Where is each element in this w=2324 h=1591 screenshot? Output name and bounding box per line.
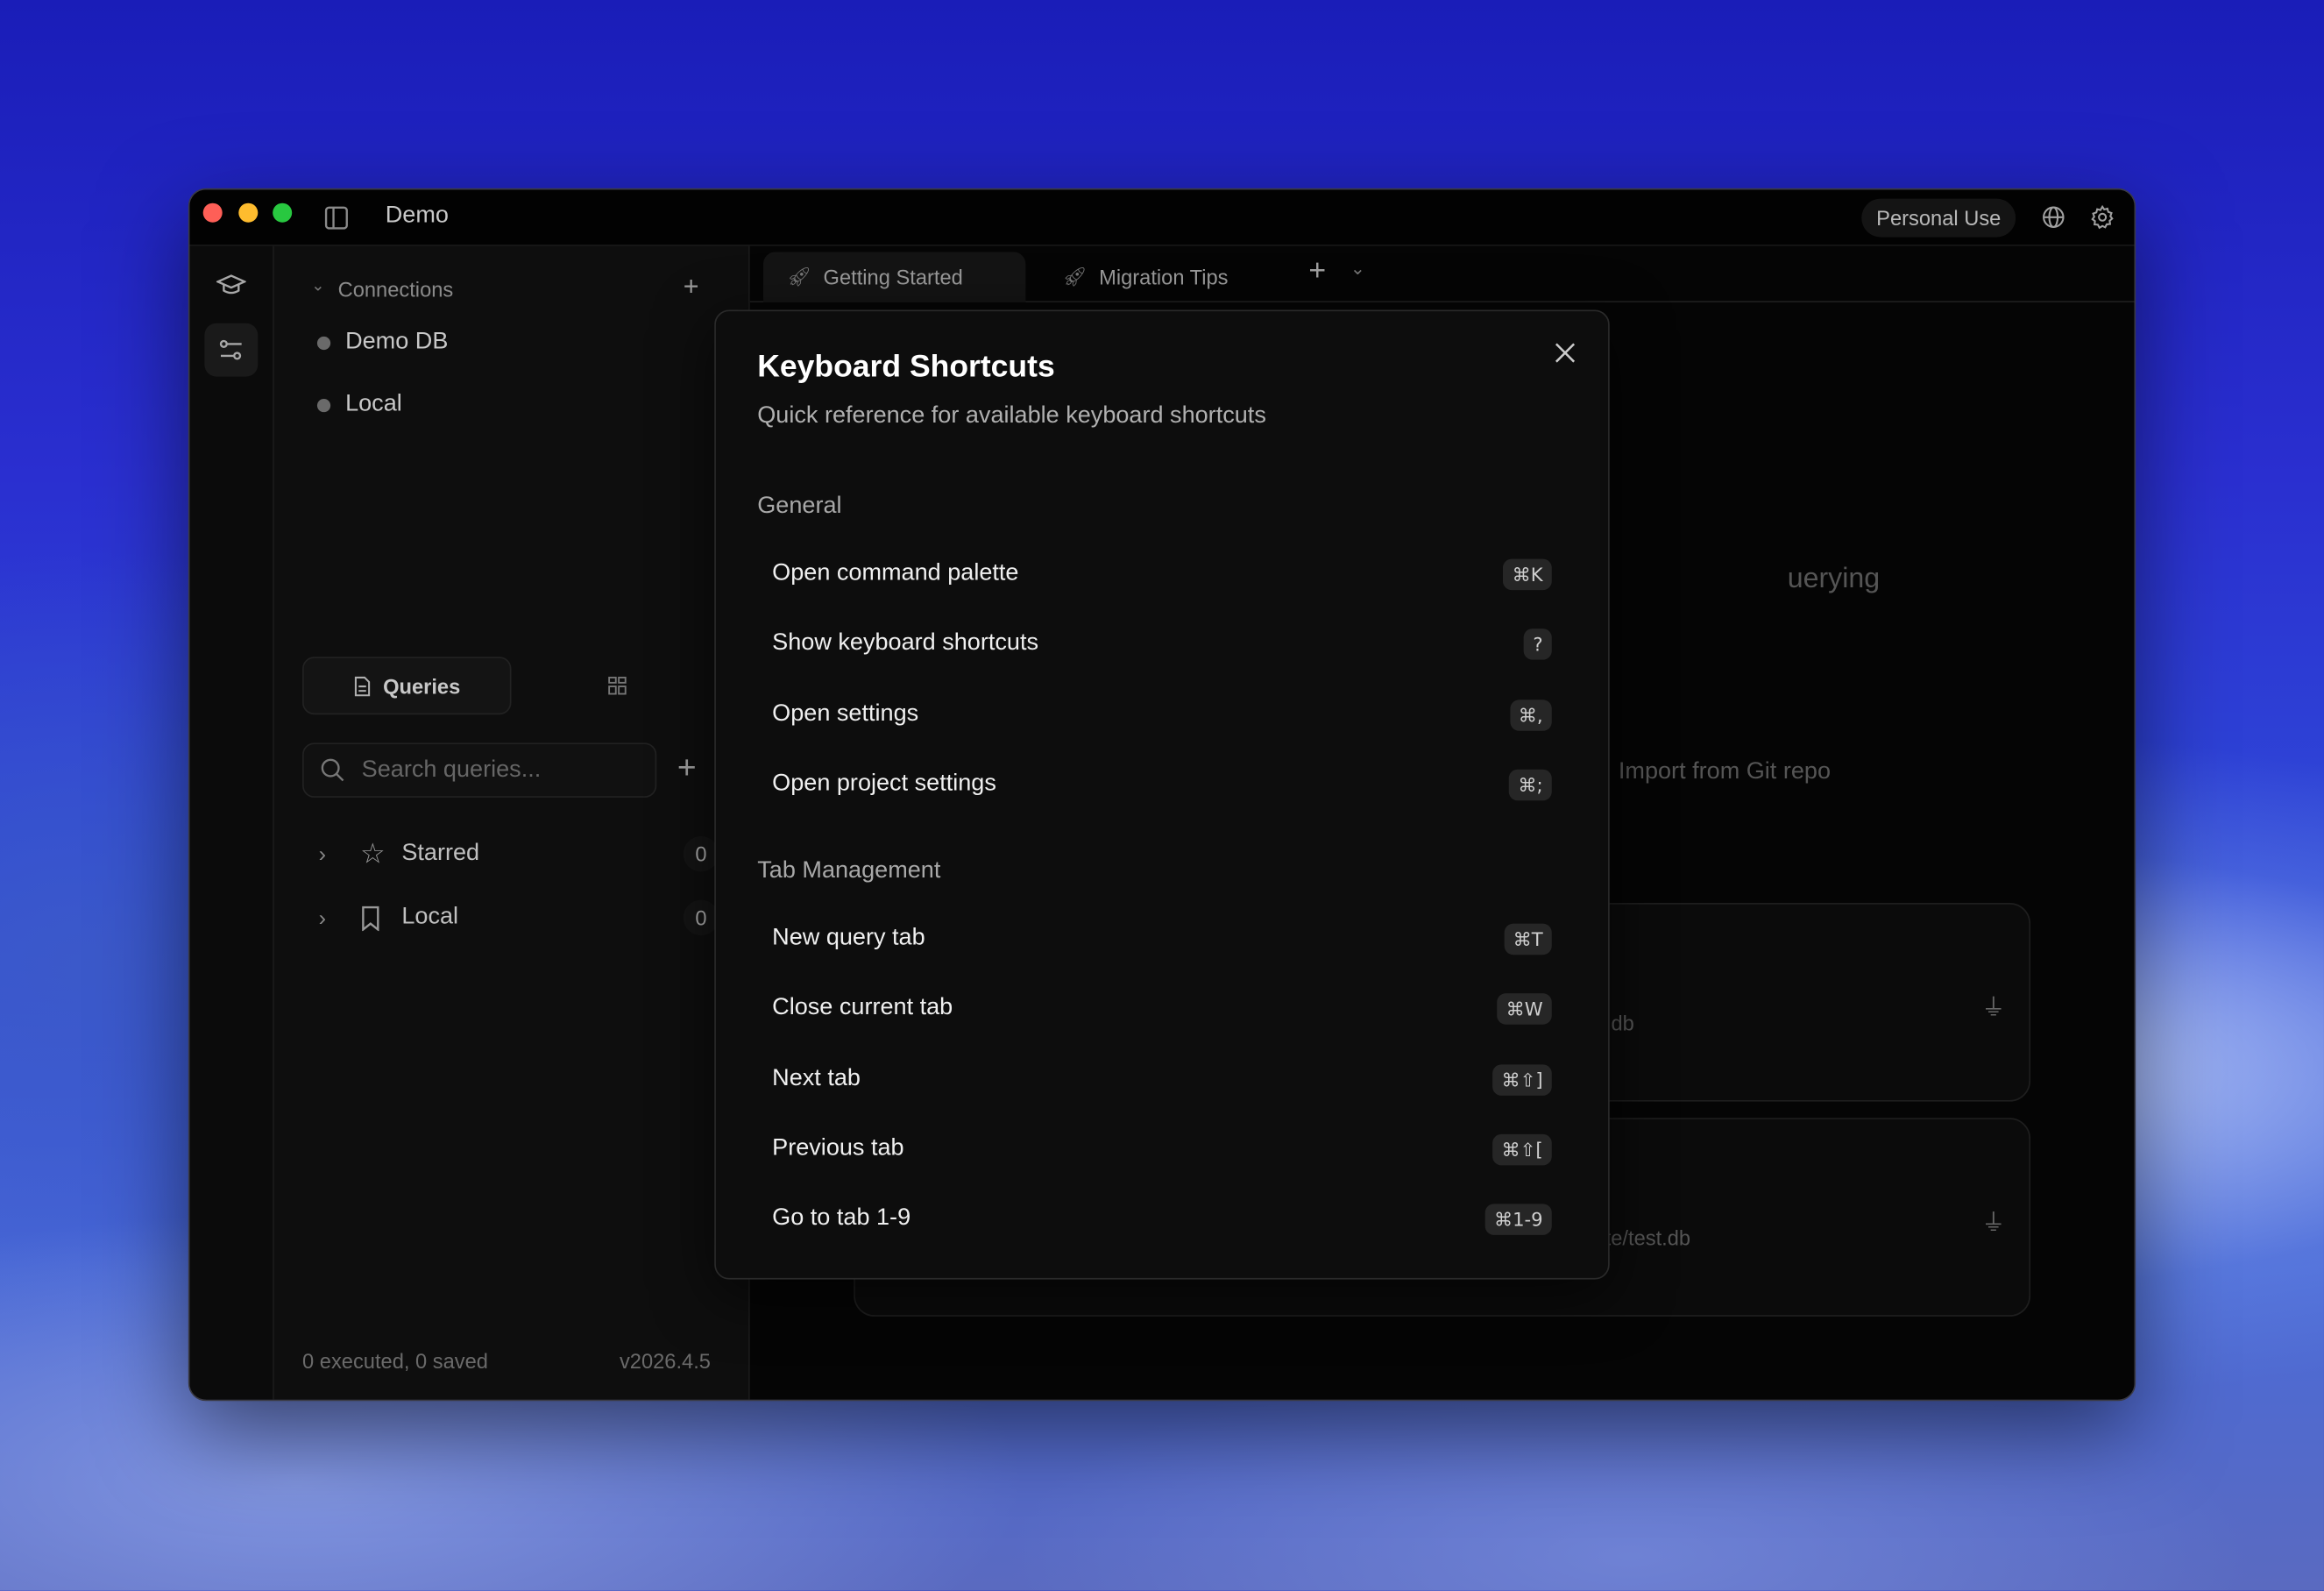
shortcut-keys: ? [1524,628,1552,659]
group-starred[interactable]: › ☆ Starred 0 [318,835,719,872]
shortcut-keys: ⌘1-9 [1484,1203,1552,1235]
zoom-window-button[interactable] [273,202,293,223]
shortcut-row: Go to tab 1-9 ⌘1-9 [772,1197,1552,1241]
shortcut-label: New query tab [772,925,925,951]
shortcut-label: Open settings [772,700,919,727]
gear-icon[interactable] [2090,204,2115,230]
shortcut-label: Previous tab [772,1135,904,1161]
status-dot [316,336,331,350]
tab-label: Migration Tips [1099,265,1229,289]
close-icon[interactable] [1555,343,1576,364]
chevron-down-icon[interactable]: ⌄ [311,276,325,295]
document-icon [355,676,371,696]
shortcut-row: Close current tab ⌘W [772,986,1552,1031]
sidebar: ⌄ Connections + Demo DB Local Queries Se… [273,245,750,1400]
query-stats: 0 executed, 0 saved [302,1349,488,1374]
tab-bar: 🚀︎ Getting Started 🚀︎ Migration Tips + ⌄ [749,245,2135,303]
queries-tab-label: Queries [383,673,461,698]
import-git-link[interactable]: Import from Git repo [1619,759,1831,785]
group-label: Local [401,904,459,930]
shortcut-label: Close current tab [772,994,953,1020]
group-count: 0 [683,899,719,936]
star-icon: ☆ [359,838,386,870]
shortcut-label: Go to tab 1-9 [772,1205,911,1231]
sidebar-toggle-icon[interactable] [323,204,350,231]
status-dot [316,398,331,412]
page-heading-fragment: uerying [1787,563,1881,595]
close-window-button[interactable] [202,202,223,223]
tab-migration-tips[interactable]: 🚀︎ Migration Tips [1039,252,1252,303]
section-title-tab-management: Tab Management [757,858,941,884]
shortcut-keys: ⌘K [1503,558,1552,590]
shortcut-keys: ⌘⇧[ [1492,1133,1552,1165]
shortcut-keys: ⌘, [1509,699,1552,730]
plan-badge[interactable]: Personal Use [1861,198,2016,238]
shortcut-row: Open command palette ⌘K [772,551,1552,596]
card-path: db [1611,1011,1634,1035]
window-title: Demo [385,202,449,229]
section-title-general: General [757,494,842,519]
shortcut-keys: ⌘⇧] [1492,1063,1552,1096]
chevron-right-icon: › [318,841,327,867]
add-connection-button[interactable]: + [684,272,699,303]
desktop: Demo Personal Use ⌄ Connections + Demo D… [0,0,2324,1591]
settings-sliders-icon[interactable] [204,323,259,377]
shortcut-row: Next tab ⌘⇧] [772,1057,1552,1102]
shortcut-row: Show keyboard shortcuts? [772,621,1552,666]
dialog-title: Keyboard Shortcuts [757,350,1055,385]
shortcut-label: Show keyboard shortcuts [772,629,1039,656]
plug-icon[interactable]: ⏚ [1981,1203,2005,1239]
shortcut-label: Open command palette [772,560,1019,586]
search-icon [321,758,344,782]
shortcut-label: Next tab [772,1066,861,1091]
connection-item[interactable]: Demo DB [316,329,449,355]
connection-name: Local [345,391,402,417]
connection-item[interactable]: Local [316,391,402,418]
shortcut-row: Open settings ⌘, [772,693,1552,737]
learn-graduation-cap-icon[interactable] [216,273,246,299]
tab-menu-chevron-icon[interactable]: ⌄ [1350,258,1365,279]
connections-header[interactable]: Connections [338,277,454,301]
tab-getting-started[interactable]: 🚀︎ Getting Started [763,252,1026,303]
tab-label: Getting Started [823,265,963,289]
group-local[interactable]: › Local 0 [318,899,719,936]
shortcut-keys: ⌘T [1504,922,1552,955]
queries-tab[interactable]: Queries [302,657,512,715]
activity-bar [189,245,274,1400]
grid-view-icon[interactable] [607,676,627,695]
search-placeholder: Search queries... [361,756,542,783]
chevron-right-icon: › [318,905,327,931]
rocket-icon: 🚀︎ [1062,265,1088,288]
dialog-subtitle: Quick reference for available keyboard s… [757,403,1266,429]
card-path: te/test.db [1605,1225,1691,1250]
globe-icon[interactable] [2041,204,2066,230]
search-input[interactable]: Search queries... [302,742,657,798]
shortcut-row: Previous tab ⌘⇧[ [772,1126,1552,1171]
connection-name: Demo DB [345,329,449,355]
plug-icon[interactable]: ⏚ [1981,987,2005,1023]
rocket-icon: 🚀︎ [787,265,812,288]
bookmark-icon [360,906,401,931]
title-bar: Demo Personal Use [189,189,2135,246]
group-count: 0 [683,835,719,872]
add-query-button[interactable]: + [677,749,697,787]
shortcut-label: Open project settings [772,771,996,797]
minimize-window-button[interactable] [238,202,259,223]
keyboard-shortcuts-dialog: Keyboard Shortcuts Quick reference for a… [714,309,1610,1280]
shortcut-keys: ⌘W [1497,992,1552,1024]
group-label: Starred [401,840,480,866]
new-tab-button[interactable]: + [1308,255,1326,289]
shortcut-row: Open project settings ⌘; [772,762,1552,806]
shortcut-row: New query tab ⌘T [772,916,1552,961]
app-version: v2026.4.5 [619,1349,711,1374]
shortcut-keys: ⌘; [1509,768,1552,800]
